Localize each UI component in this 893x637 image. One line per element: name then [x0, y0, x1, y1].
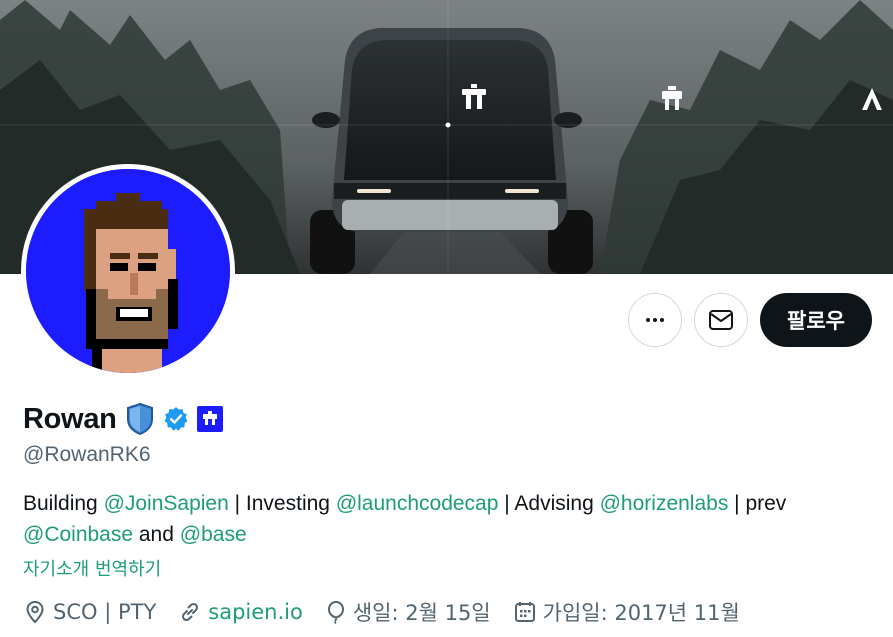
- mention-link-horizenlabs[interactable]: @horizenlabs: [600, 492, 729, 515]
- avatar-image: [26, 169, 230, 373]
- birthday-text: 생일: 2월 15일: [352, 601, 491, 625]
- joined-item: 가입일: 2017년 11월: [513, 597, 740, 627]
- bio-text: | prev: [728, 492, 787, 515]
- bio-text: | Advising: [498, 492, 600, 515]
- mention-link-launchcodecap[interactable]: @launchcodecap: [336, 492, 499, 515]
- mail-icon: [709, 310, 733, 330]
- birthday-item: 생일: 2월 15일: [325, 597, 491, 627]
- location-item: SCO | PTY: [23, 600, 156, 624]
- location-pin-icon: [26, 600, 44, 624]
- shield-icon[interactable]: [125, 402, 155, 436]
- more-horizontal-icon: [646, 318, 664, 322]
- message-button[interactable]: [694, 293, 748, 347]
- calendar-icon: [514, 602, 535, 622]
- website-link[interactable]: sapien.io: [208, 600, 303, 624]
- balloon-icon: [327, 600, 344, 624]
- display-name: Rowan: [23, 402, 117, 435]
- bio-text: Building: [23, 492, 104, 515]
- avatar[interactable]: [21, 164, 235, 378]
- follow-button[interactable]: 팔로우: [760, 293, 872, 347]
- verified-badge-icon[interactable]: [163, 406, 189, 432]
- website-item: sapien.io: [178, 600, 303, 624]
- mention-link-base[interactable]: @base: [180, 523, 247, 546]
- profile-actions: 팔로우: [628, 293, 872, 347]
- affiliate-logo-icon[interactable]: [196, 406, 223, 432]
- user-handle: @RowanRK6: [23, 443, 151, 466]
- bio-text: and: [133, 523, 180, 546]
- translate-bio-link[interactable]: 자기소개 번역하기: [23, 555, 161, 581]
- mention-link-coinbase[interactable]: @Coinbase: [23, 523, 133, 546]
- mention-link-joinsapien[interactable]: @JoinSapien: [104, 492, 229, 515]
- location-text: SCO | PTY: [53, 600, 157, 624]
- profile-meta: SCO | PTY sapien.io 생일: 2월 15일 가입일: 2017…: [23, 597, 740, 627]
- name-row: Rowan: [23, 402, 223, 436]
- bio-text: | Investing: [228, 492, 336, 515]
- more-button[interactable]: [628, 293, 682, 347]
- link-icon: [182, 602, 199, 622]
- profile-bio: Building @JoinSapien | Investing @launch…: [23, 488, 883, 550]
- joined-text: 가입일: 2017년 11월: [542, 601, 740, 625]
